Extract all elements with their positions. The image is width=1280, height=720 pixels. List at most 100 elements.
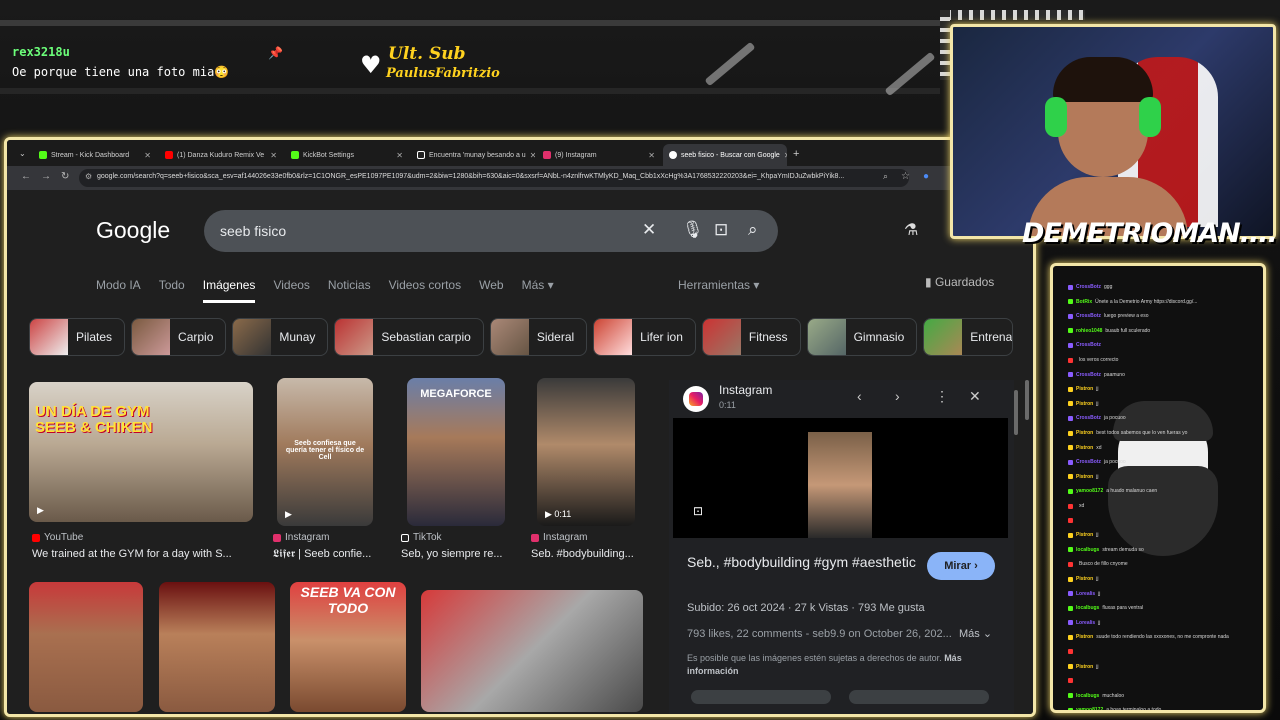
page-scrollbar[interactable] xyxy=(1025,380,1029,420)
search-input[interactable]: seeb fisico xyxy=(220,223,286,239)
image-result-1[interactable]: UN DÍA DE GYM SEEB & CHIKEN ▶ xyxy=(29,382,253,522)
panel-title[interactable]: Seb., #bodybuilding #gym #aesthetic xyxy=(687,552,917,572)
chip-pilates[interactable]: Pilates xyxy=(29,318,126,356)
chat-line: Pistron jj xyxy=(1068,474,1098,480)
labs-flask-icon[interactable]: ⚗ xyxy=(904,220,918,240)
more-options-icon[interactable]: ⋮ xyxy=(935,388,949,405)
search-page-icon[interactable]: ⌕ xyxy=(883,171,888,182)
tab-web[interactable]: Web xyxy=(479,278,503,303)
previous-icon[interactable]: ‹ xyxy=(857,388,862,404)
panel-action-button[interactable] xyxy=(691,690,831,704)
close-tab-icon[interactable]: ✕ xyxy=(396,151,403,160)
reload-icon[interactable]: ↻ xyxy=(61,171,69,182)
image-result-3[interactable]: MEGAFORCE xyxy=(407,378,505,526)
chat-badge-icon xyxy=(1068,517,1073,523)
chip-thumbnail xyxy=(335,319,374,355)
tab-todo[interactable]: Todo xyxy=(159,278,185,303)
image-result-4[interactable]: ▶ 0:11 xyxy=(537,378,635,526)
preview-viewer[interactable]: ⊡ xyxy=(673,418,1008,538)
chat-line-user: Pistron xyxy=(1076,386,1094,393)
tab-mas[interactable]: Más ▾ xyxy=(522,278,554,303)
close-icon[interactable]: ✕ xyxy=(969,388,981,405)
chip-sebastian-carpio[interactable]: Sebastian carpio xyxy=(334,318,484,356)
close-tab-icon[interactable]: ✕ xyxy=(144,151,151,160)
lens-search-icon[interactable]: ⊡ xyxy=(693,504,703,518)
chip-lifer-ion[interactable]: Lifer ion xyxy=(593,318,696,356)
panel-action-button[interactable] xyxy=(849,690,989,704)
watch-button[interactable]: Mirar › xyxy=(927,552,995,580)
image-result-6[interactable] xyxy=(159,582,275,712)
bookmark-icon: ▮ xyxy=(925,275,935,289)
chip-fitness[interactable]: Fitness xyxy=(701,318,801,356)
close-tab-icon[interactable]: ✕ xyxy=(530,151,535,160)
site-info-icon[interactable]: ⚙ xyxy=(85,172,92,181)
google-logo[interactable]: Google xyxy=(96,217,170,244)
close-tab-icon[interactable]: ✕ xyxy=(648,151,655,160)
browser-tab[interactable]: KickBot Settings ✕ xyxy=(285,144,409,166)
chip-carpio[interactable]: Carpio xyxy=(131,318,227,356)
tools-dropdown[interactable]: Herramientas ▾ xyxy=(678,278,759,292)
lens-icon[interactable]: ⊡ xyxy=(714,220,728,240)
forward-icon[interactable]: → xyxy=(41,171,51,182)
image-result-7[interactable]: SEEB VA CON TODO xyxy=(290,582,406,712)
result-caption[interactable]: 𝕷𝖎𝖋𝖊𝖗 | Seeb confie... xyxy=(273,548,383,561)
next-icon[interactable]: › xyxy=(895,388,900,404)
image-result-2[interactable]: Seeb confiesa que quería tener el físico… xyxy=(277,378,373,526)
search-icon[interactable]: ⌕ xyxy=(748,220,758,240)
close-tab-icon[interactable]: ✕ xyxy=(270,151,277,160)
close-tab-icon[interactable]: ✕ xyxy=(784,151,787,160)
tab-label: seeb fisico - Buscar con Google xyxy=(681,151,780,159)
panel-scrollbar[interactable] xyxy=(1014,390,1018,435)
extension-icon[interactable]: ● xyxy=(923,171,929,182)
bookmark-star-icon[interactable]: ☆ xyxy=(901,171,910,182)
back-icon[interactable]: ← xyxy=(21,171,31,182)
chip-gimnasio[interactable]: Gimnasio xyxy=(806,318,918,356)
microphone-icon[interactable]: 🎙 xyxy=(682,220,704,240)
chat-badge-icon xyxy=(1068,561,1073,567)
image-result-8[interactable] xyxy=(421,590,643,712)
chip-entrena[interactable]: Entrena xyxy=(923,318,1014,356)
instagram-icon xyxy=(273,533,281,542)
tab-search-icon[interactable]: ⌄ xyxy=(19,149,26,158)
chat-badge-icon xyxy=(1068,678,1073,684)
tab-noticias[interactable]: Noticias xyxy=(328,278,371,303)
preview-image[interactable] xyxy=(808,432,872,538)
source-name: Instagram xyxy=(285,532,330,543)
tab-videos[interactable]: Videos xyxy=(273,278,309,303)
search-box[interactable]: seeb fisico ✕ 🎙 ⊡ ⌕ xyxy=(204,210,778,252)
panel-source[interactable]: Instagram xyxy=(719,383,772,397)
more-button[interactable]: Más ⌄ xyxy=(959,627,992,640)
browser-tab[interactable]: (1) Danza Kuduro Remix Ve ✕ xyxy=(159,144,283,166)
result-caption[interactable]: Seb, yo siempre re... xyxy=(401,548,511,560)
chip-label: Sideral xyxy=(536,330,575,344)
tab-imagenes[interactable]: Imágenes xyxy=(202,278,256,303)
copyright-text: Es posible que las imágenes estén sujeta… xyxy=(687,653,942,663)
chat-line: Pistron jj xyxy=(1068,401,1098,407)
google-results-page: Google seeb fisico ✕ 🎙 ⊡ ⌕ ⚗ ⋮ Modo IA T… xyxy=(7,190,1033,714)
browser-tab[interactable]: Stream - Kick Dashboard ✕ xyxy=(33,144,157,166)
result-caption[interactable]: We trained at the GYM for a day with S..… xyxy=(32,548,247,560)
chat-line-text: jj xyxy=(1096,576,1099,582)
result-caption[interactable]: Seb. #bodybuilding... xyxy=(531,548,646,560)
result-source: TikTok xyxy=(401,532,442,543)
chat-badge-icon xyxy=(1068,313,1073,319)
browser-tab[interactable]: Encuentra 'munay besando a u ✕ xyxy=(411,144,535,166)
tab-modo-ia[interactable]: Modo IA xyxy=(96,278,141,303)
url-field[interactable]: ⚙ google.com/search?q=seeb+fisico&sca_es… xyxy=(79,169,909,187)
chip-sideral[interactable]: Sideral xyxy=(489,318,588,356)
browser-tab-active[interactable]: seeb fisico - Buscar con Google ✕ xyxy=(663,144,787,166)
saved-link[interactable]: ▮ Guardados xyxy=(925,275,994,289)
chat-message-text: Oe porque tiene una foto mia😳 xyxy=(12,65,230,79)
new-tab-icon[interactable]: + xyxy=(793,148,799,160)
chat-line-text: jj xyxy=(1096,473,1099,480)
clear-icon[interactable]: ✕ xyxy=(642,220,656,240)
browser-tab[interactable]: (9) Instagram ✕ xyxy=(537,144,661,166)
image-result-5[interactable] xyxy=(29,582,143,712)
chat-line-text: jj xyxy=(1098,619,1101,626)
chip-munay[interactable]: Munay xyxy=(232,318,329,356)
tab-videos-cortos[interactable]: Videos cortos xyxy=(389,278,462,303)
tiktok-icon xyxy=(401,533,409,542)
youtube-icon xyxy=(32,533,40,542)
chat-badge-icon xyxy=(1068,503,1073,509)
image-preview-panel: Instagram 0:11 ‹ › ⋮ ✕ ⊡ Seb., #bodybuil… xyxy=(669,380,1014,714)
